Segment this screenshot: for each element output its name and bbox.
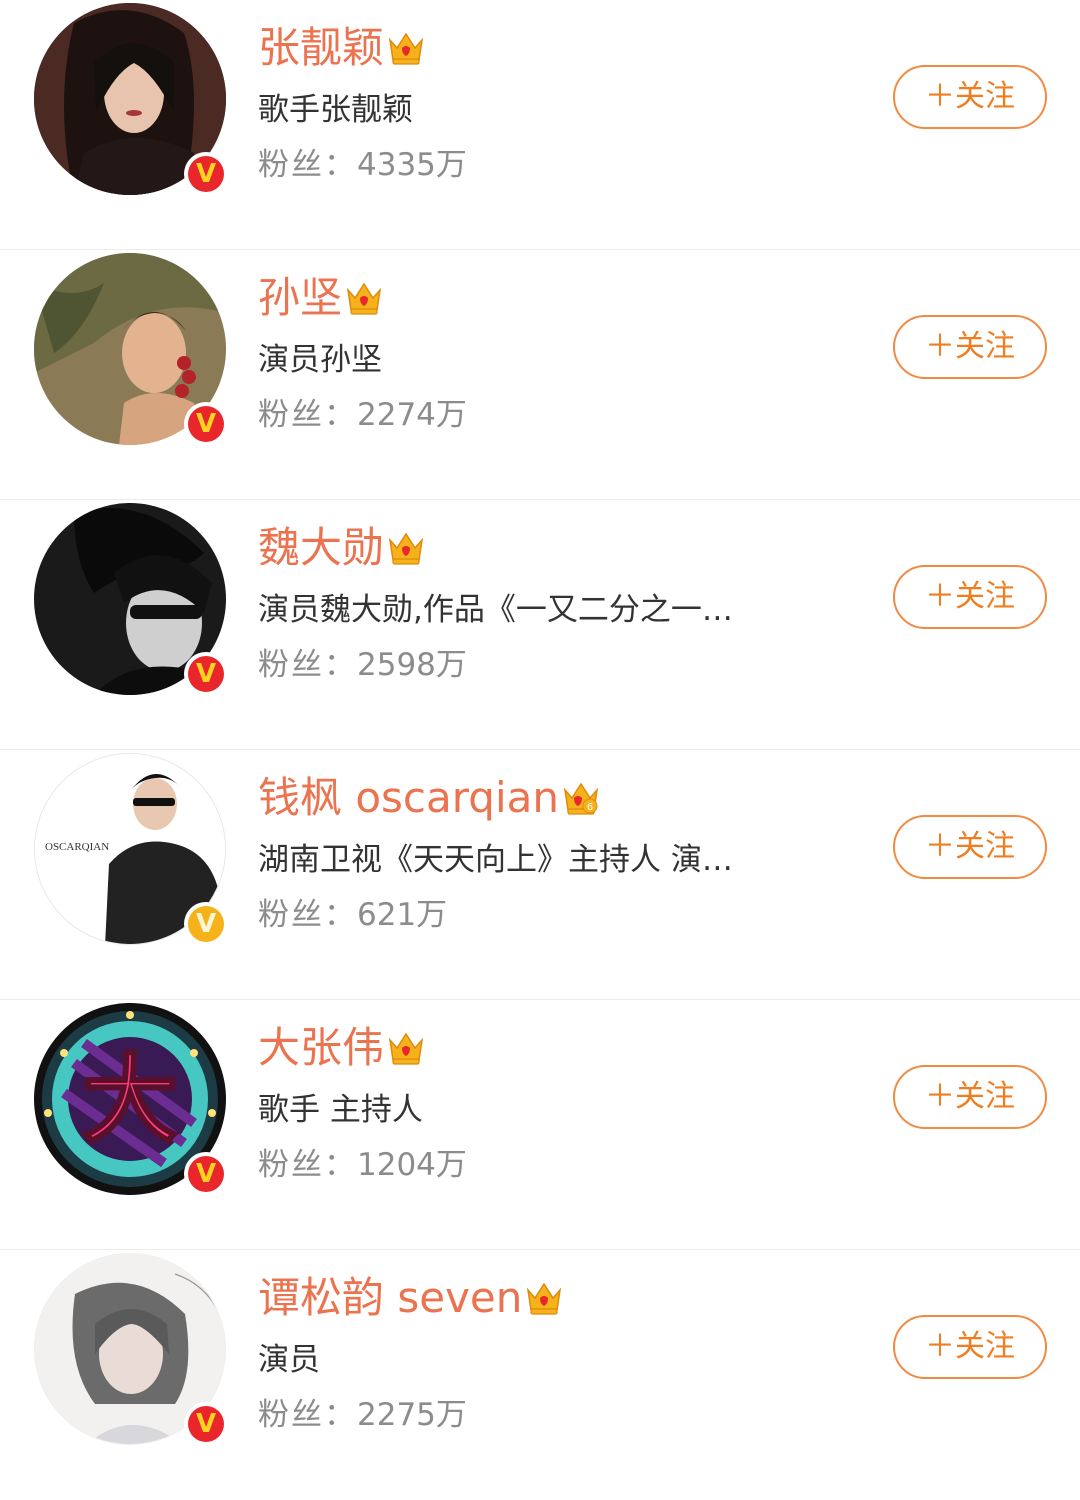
user-description: 演员 bbox=[258, 1342, 320, 1378]
user-description: 歌手张靓颖 bbox=[258, 92, 413, 128]
user-description: 演员孙坚 bbox=[258, 342, 382, 378]
user-description: 歌手 主持人 bbox=[258, 1092, 423, 1128]
follow-button[interactable]: ＋关注 bbox=[893, 1315, 1047, 1379]
user-description: 湖南卫视《天天向上》主持人 演… bbox=[258, 842, 733, 878]
user-list: V 张靓颖 歌手张靓颖 粉丝：4335万 ＋关注 V 孙坚 演员孙坚 粉丝：22… bbox=[0, 0, 1080, 1500]
follow-button[interactable]: ＋关注 bbox=[893, 815, 1047, 879]
fans-count: 粉丝：2598万 bbox=[258, 647, 467, 683]
crown-icon bbox=[386, 1028, 426, 1068]
user-name[interactable]: 大张伟 bbox=[258, 1022, 384, 1074]
follow-button[interactable]: ＋关注 bbox=[893, 65, 1047, 129]
list-item[interactable]: V 孙坚 演员孙坚 粉丝：2274万 ＋关注 bbox=[0, 250, 1080, 500]
crown-icon bbox=[386, 28, 426, 68]
list-item[interactable]: OSCARQIAN V 钱枫 oscarqian 6 湖南卫视《天天向上》主持人… bbox=[0, 750, 1080, 1000]
verified-icon: V bbox=[184, 652, 228, 696]
user-description: 演员魏大勋,作品《一又二分之一… bbox=[258, 592, 733, 628]
user-name[interactable]: 孙坚 bbox=[258, 272, 342, 324]
fans-count: 粉丝：2274万 bbox=[258, 397, 467, 433]
verified-icon: V bbox=[184, 1152, 228, 1196]
user-name[interactable]: 钱枫 oscarqian bbox=[258, 772, 559, 824]
verified-icon: V bbox=[184, 1402, 228, 1446]
fans-count: 粉丝：4335万 bbox=[258, 147, 467, 183]
crown-6-icon: 6 bbox=[561, 778, 601, 818]
follow-button[interactable]: ＋关注 bbox=[893, 315, 1047, 379]
fans-count: 粉丝：621万 bbox=[258, 897, 448, 933]
svg-text:6: 6 bbox=[587, 802, 593, 813]
list-item[interactable]: 大 V 大张伟 歌手 主持人 粉丝：1204万 ＋关注 bbox=[0, 1000, 1080, 1250]
crown-icon bbox=[344, 278, 384, 318]
follow-button[interactable]: ＋关注 bbox=[893, 1065, 1047, 1129]
crown-icon bbox=[386, 528, 426, 568]
list-item[interactable]: V 张靓颖 歌手张靓颖 粉丝：4335万 ＋关注 bbox=[0, 0, 1080, 250]
avatar-text: 大 bbox=[82, 1044, 178, 1156]
follow-button[interactable]: ＋关注 bbox=[893, 565, 1047, 629]
user-name[interactable]: 谭松韵 seven bbox=[258, 1272, 522, 1324]
list-item[interactable]: V 魏大勋 演员魏大勋,作品《一又二分之一… 粉丝：2598万 ＋关注 bbox=[0, 500, 1080, 750]
verified-icon: V bbox=[184, 402, 228, 446]
fans-count: 粉丝：1204万 bbox=[258, 1147, 467, 1183]
verified-icon: V bbox=[184, 152, 228, 196]
user-name[interactable]: 张靓颖 bbox=[258, 22, 384, 74]
crown-icon bbox=[524, 1278, 564, 1318]
verified-icon: V bbox=[184, 902, 228, 946]
list-item[interactable]: V 谭松韵 seven 演员 粉丝：2275万 ＋关注 bbox=[0, 1250, 1080, 1500]
user-name[interactable]: 魏大勋 bbox=[258, 522, 384, 574]
avatar-text: OSCARQIAN bbox=[45, 841, 109, 853]
fans-count: 粉丝：2275万 bbox=[258, 1397, 467, 1433]
